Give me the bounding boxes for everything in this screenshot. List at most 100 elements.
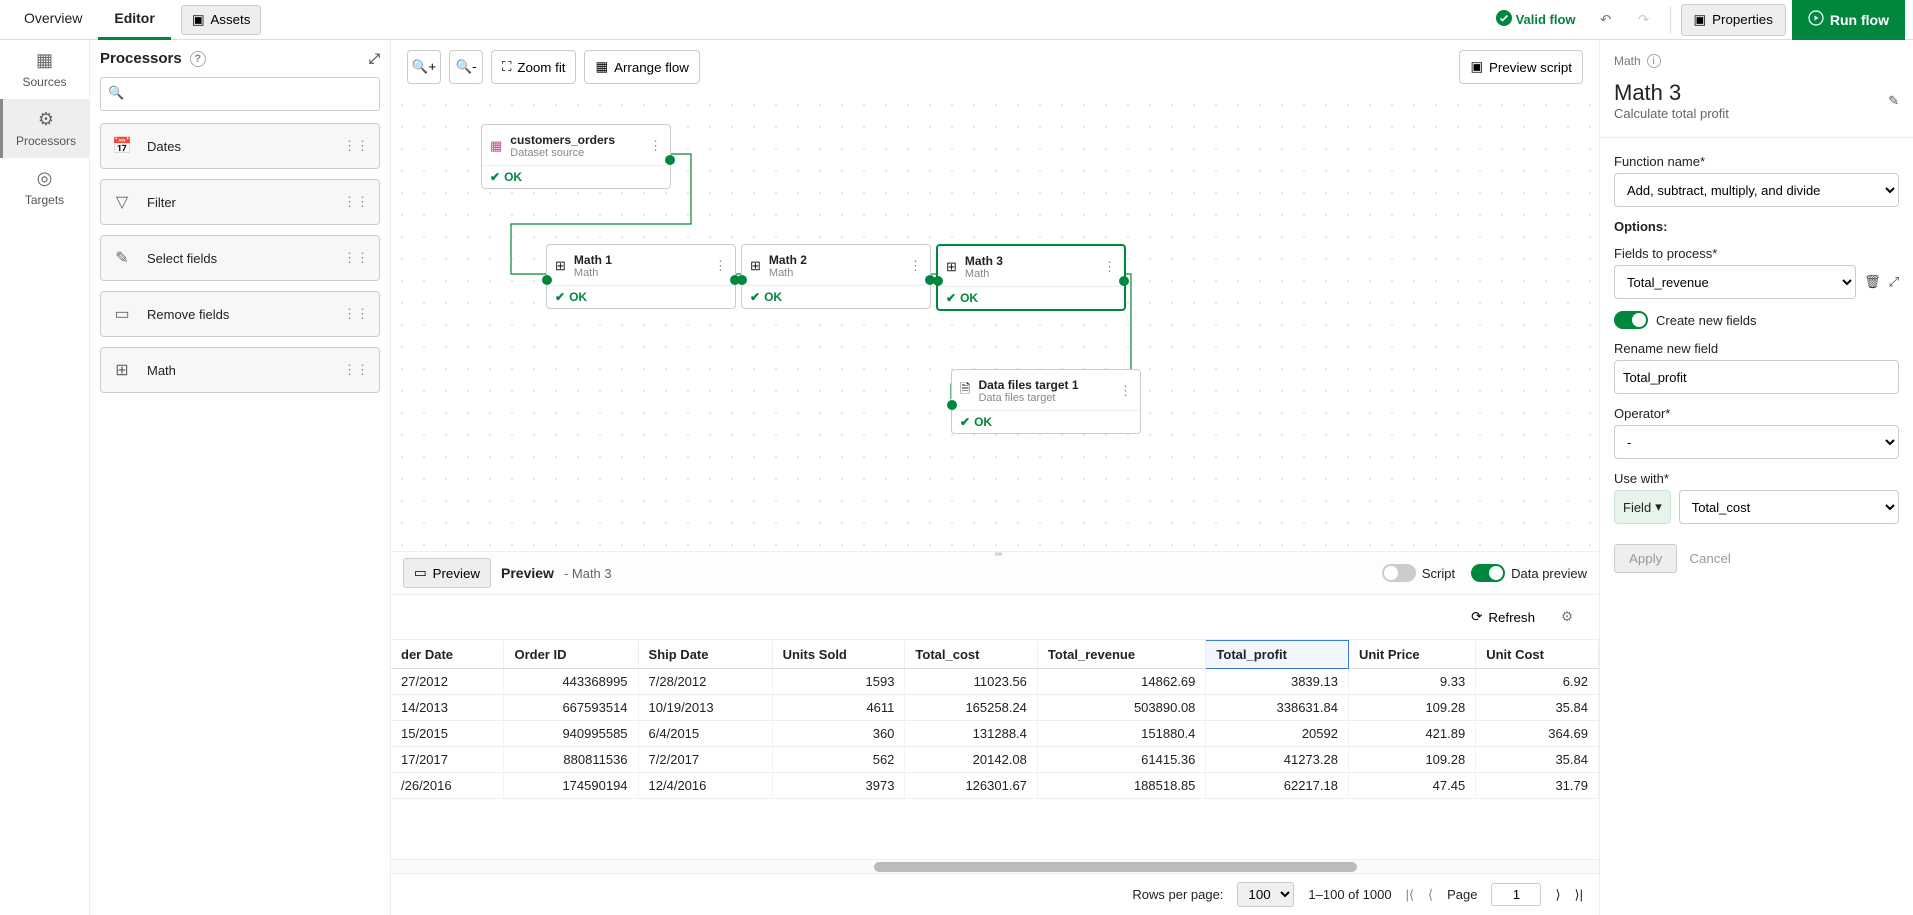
column-header[interactable]: Ship Date bbox=[638, 641, 772, 669]
table-row[interactable]: 17/20178808115367/2/201756220142.0861415… bbox=[391, 747, 1599, 773]
create-new-fields-toggle[interactable] bbox=[1614, 311, 1648, 329]
table-cell: 15/2015 bbox=[391, 721, 504, 747]
target-icon: ◎ bbox=[4, 168, 85, 189]
resize-handle-icon[interactable]: ═ bbox=[995, 549, 1002, 560]
node-dataset-source[interactable]: ▦ customers_orders Dataset source ⋮ ✔OK bbox=[481, 124, 671, 189]
column-header[interactable]: Unit Cost bbox=[1476, 641, 1599, 669]
proc-remove-fields[interactable]: ▭ Remove fields ⋮⋮ bbox=[100, 291, 380, 337]
prev-page-icon[interactable]: ⟨ bbox=[1428, 887, 1433, 903]
node-menu-icon[interactable]: ⋮ bbox=[1119, 383, 1132, 399]
rail-targets[interactable]: ◎ Targets bbox=[0, 158, 89, 217]
preview-toggle-button[interactable]: ▭ Preview bbox=[403, 558, 491, 588]
zoom-fit-button[interactable]: ⛶ Zoom fit bbox=[491, 50, 576, 84]
datapreview-toggle[interactable] bbox=[1471, 564, 1505, 582]
info-icon[interactable]: i bbox=[1647, 54, 1661, 68]
column-header[interactable]: Total_revenue bbox=[1037, 641, 1206, 669]
processor-search-input[interactable] bbox=[100, 77, 380, 111]
page-input[interactable] bbox=[1491, 883, 1541, 906]
zoom-in-button[interactable]: 🔍+ bbox=[407, 50, 441, 84]
drag-handle-icon[interactable]: ⋮⋮ bbox=[343, 362, 369, 378]
column-header[interactable]: Order ID bbox=[504, 641, 638, 669]
flow-canvas[interactable]: ▦ customers_orders Dataset source ⋮ ✔OK … bbox=[391, 94, 1599, 551]
proc-select-fields[interactable]: ✎ Select fields ⋮⋮ bbox=[100, 235, 380, 281]
fields-to-process-select[interactable]: Total_revenue bbox=[1614, 265, 1856, 299]
drag-handle-icon[interactable]: ⋮⋮ bbox=[343, 138, 369, 154]
use-with-value-select[interactable]: Total_cost bbox=[1679, 490, 1899, 524]
expand-icon[interactable]: ⤢ bbox=[1889, 274, 1899, 290]
rows-per-page-select[interactable]: 100 bbox=[1237, 882, 1294, 907]
proc-dates[interactable]: 📅 Dates ⋮⋮ bbox=[100, 123, 380, 169]
node-data-files-target[interactable]: 🗎 Data files target 1 Data files target … bbox=[951, 369, 1141, 434]
drag-handle-icon[interactable]: ⋮⋮ bbox=[343, 194, 369, 210]
table-row[interactable]: 27/20124433689957/28/2012159311023.56148… bbox=[391, 669, 1599, 695]
operator-select[interactable]: - bbox=[1614, 425, 1899, 459]
proc-label: Select fields bbox=[147, 251, 217, 266]
rail-sources[interactable]: ▦ Sources bbox=[0, 40, 89, 99]
column-header[interactable]: der Date bbox=[391, 641, 504, 669]
rename-field-input[interactable] bbox=[1614, 360, 1899, 394]
rail-processors[interactable]: ⚙ Processors bbox=[0, 99, 89, 158]
column-header[interactable]: Units Sold bbox=[772, 641, 905, 669]
last-page-icon[interactable]: ⟩| bbox=[1575, 887, 1583, 903]
port-in[interactable] bbox=[947, 400, 957, 410]
settings-button[interactable]: ⚙ bbox=[1551, 601, 1583, 633]
check-icon: ✔ bbox=[490, 170, 500, 184]
proc-math[interactable]: ⊞ Math ⋮⋮ bbox=[100, 347, 380, 393]
zoom-out-button[interactable]: 🔍- bbox=[449, 50, 483, 84]
table-cell: 20592 bbox=[1206, 721, 1349, 747]
chip-icon: ⚙ bbox=[7, 109, 85, 130]
table-row[interactable]: 14/201366759351410/19/20134611165258.245… bbox=[391, 695, 1599, 721]
properties-button[interactable]: ▣ Properties bbox=[1681, 4, 1786, 36]
undo-button[interactable]: ↶ bbox=[1590, 4, 1622, 36]
first-page-icon[interactable]: |⟨ bbox=[1406, 887, 1414, 903]
cancel-button[interactable]: Cancel bbox=[1689, 544, 1731, 573]
column-header[interactable]: Total_cost bbox=[905, 641, 1037, 669]
help-icon[interactable]: ? bbox=[190, 51, 206, 67]
run-flow-button[interactable]: Run flow bbox=[1792, 0, 1905, 40]
column-header[interactable]: Total_profit bbox=[1206, 641, 1349, 669]
apply-button[interactable]: Apply bbox=[1614, 544, 1677, 573]
node-menu-icon[interactable]: ⋮ bbox=[1103, 259, 1116, 275]
node-menu-icon[interactable]: ⋮ bbox=[649, 138, 662, 154]
zoom-out-icon: 🔍- bbox=[455, 59, 476, 75]
refresh-button[interactable]: ⟳ Refresh bbox=[1471, 609, 1535, 625]
node-menu-icon[interactable]: ⋮ bbox=[909, 258, 922, 274]
node-subtitle: Data files target bbox=[978, 392, 1078, 404]
assets-button[interactable]: ▣ Assets bbox=[181, 5, 262, 35]
script-toggle[interactable] bbox=[1382, 564, 1416, 582]
trash-icon[interactable]: 🗑 bbox=[1864, 274, 1881, 290]
collapse-icon[interactable]: ⤢ bbox=[369, 50, 380, 67]
next-page-icon[interactable]: ⟩ bbox=[1555, 887, 1560, 903]
node-subtitle: Math bbox=[965, 268, 1003, 280]
use-with-kind-select[interactable]: Field ▾ bbox=[1614, 490, 1671, 524]
port-out[interactable] bbox=[1119, 276, 1129, 286]
node-math-1[interactable]: ⊞ Math 1 Math ⋮ ✔OK bbox=[546, 244, 736, 309]
function-name-select[interactable]: Add, subtract, multiply, and divide bbox=[1614, 173, 1899, 207]
node-math-3[interactable]: ⊞ Math 3 Math ⋮ ✔OK bbox=[936, 244, 1126, 311]
arrange-flow-button[interactable]: ▦ Arrange flow bbox=[584, 50, 699, 84]
port-in[interactable] bbox=[933, 276, 943, 286]
table-row[interactable]: /26/201617459019412/4/20163973126301.671… bbox=[391, 773, 1599, 799]
table-cell: 131288.4 bbox=[905, 721, 1037, 747]
port-out[interactable] bbox=[665, 155, 675, 165]
table-row[interactable]: 15/20159409955856/4/2015360131288.415188… bbox=[391, 721, 1599, 747]
redo-button[interactable]: ↷ bbox=[1628, 4, 1660, 36]
horizontal-scrollbar[interactable] bbox=[391, 859, 1599, 873]
drag-handle-icon[interactable]: ⋮⋮ bbox=[343, 306, 369, 322]
drag-handle-icon[interactable]: ⋮⋮ bbox=[343, 250, 369, 266]
node-menu-icon[interactable]: ⋮ bbox=[714, 258, 727, 274]
column-header[interactable]: Unit Price bbox=[1348, 641, 1475, 669]
database-icon: ▦ bbox=[490, 138, 502, 154]
table-cell: 3839.13 bbox=[1206, 669, 1349, 695]
proc-filter[interactable]: ▽ Filter ⋮⋮ bbox=[100, 179, 380, 225]
preview-script-button[interactable]: ▣ Preview script bbox=[1459, 50, 1583, 84]
port-in[interactable] bbox=[737, 275, 747, 285]
status-ok: OK bbox=[764, 290, 782, 304]
node-math-2[interactable]: ⊞ Math 2 Math ⋮ ✔OK bbox=[741, 244, 931, 309]
port-in[interactable] bbox=[542, 275, 552, 285]
tab-overview[interactable]: Overview bbox=[8, 0, 98, 40]
tab-editor[interactable]: Editor bbox=[98, 0, 170, 40]
table-cell: 3973 bbox=[772, 773, 905, 799]
edit-icon[interactable]: ✎ bbox=[1888, 93, 1899, 109]
properties-icon: ▣ bbox=[1694, 12, 1707, 28]
